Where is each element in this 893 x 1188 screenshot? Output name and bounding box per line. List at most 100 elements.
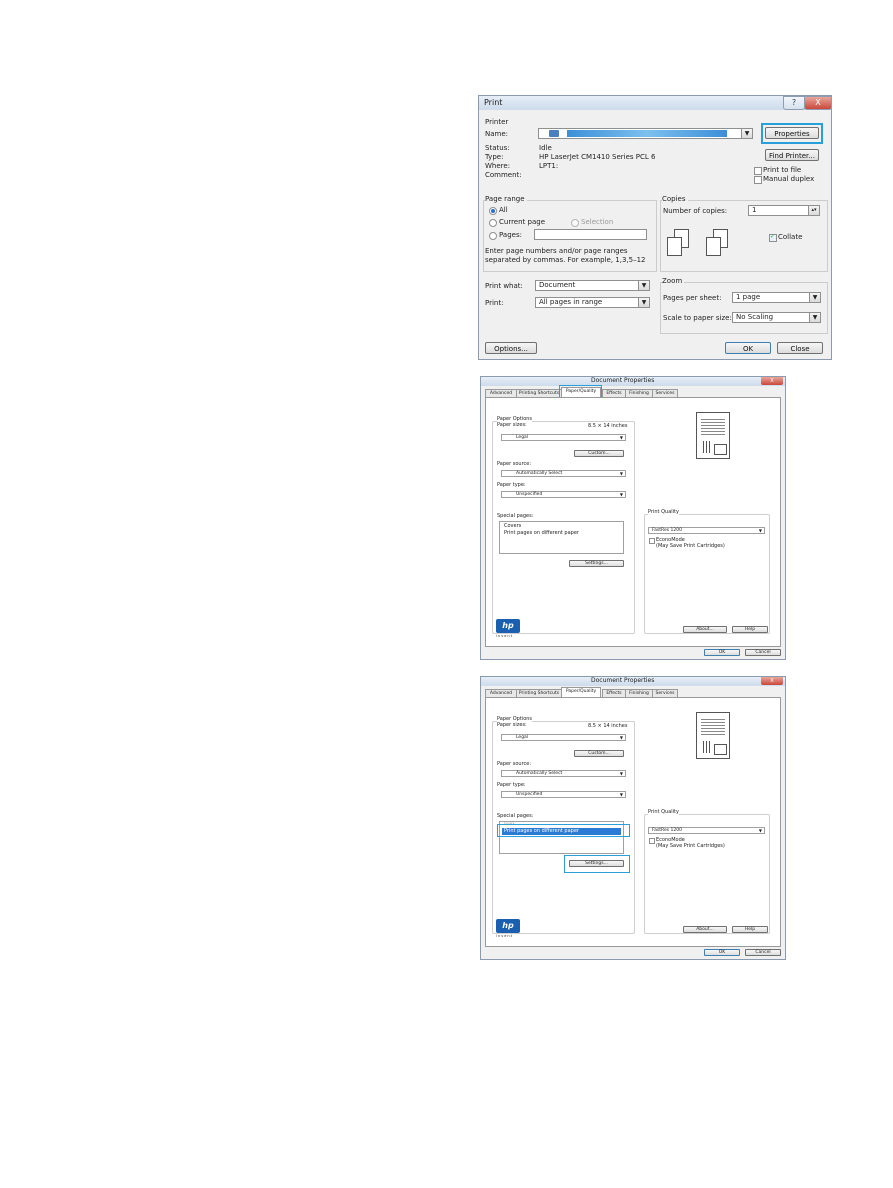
manual-duplex-checkbox[interactable] [754, 176, 762, 184]
economode-checkbox[interactable] [649, 838, 655, 844]
pages-radio[interactable] [489, 232, 497, 240]
name-label: Name: [485, 130, 509, 138]
hp-logo-icon: hp [496, 619, 520, 633]
collate-checkbox[interactable]: ✓ [769, 233, 777, 242]
pages-input[interactable] [534, 229, 647, 240]
hp-logo-icon: hp [496, 919, 520, 933]
paper-size-dims: 8.5 × 14 inches [588, 423, 628, 429]
printer-icon [549, 130, 559, 137]
where-value: LPT1: [539, 162, 559, 170]
ok-button[interactable]: OK [725, 342, 771, 354]
pages-per-sheet-select[interactable]: 1 page ▼ [732, 292, 821, 303]
print-value: All pages in range [539, 298, 603, 306]
status-label: Status: [485, 144, 510, 152]
find-printer-button[interactable]: Find Printer... [765, 149, 819, 161]
list-item[interactable]: Print pages on different paper [504, 531, 579, 536]
type-value: HP LaserJet CM1410 Series PCL 6 [539, 153, 656, 161]
print-what-select[interactable]: Document ▼ [535, 280, 650, 291]
copies-label: Copies [662, 195, 688, 203]
where-label: Where: [485, 162, 511, 170]
collate-page-icon [706, 237, 721, 256]
pages-per-sheet-value: 1 page [736, 293, 761, 301]
economode-checkbox[interactable] [649, 538, 655, 544]
print-quality-select[interactable]: FastRes 1200 ▼ [648, 527, 765, 534]
paper-quality-panel: Paper Options Paper sizes: 8.5 × 14 inch… [485, 697, 781, 947]
selection-radio[interactable] [571, 219, 579, 227]
scale-label: Scale to paper size: [663, 314, 732, 322]
doc-dialog-title: Document Properties [591, 677, 655, 684]
help-button[interactable]: Help [732, 626, 768, 633]
printer-name-redacted [567, 130, 727, 137]
settings-button[interactable]: Settings... [569, 560, 624, 567]
zoom-label: Zoom [662, 277, 685, 285]
all-radio[interactable] [489, 207, 497, 215]
paper-source-select[interactable]: Automatically Select ▼ [501, 470, 626, 477]
cancel-button[interactable]: Cancel [745, 649, 781, 656]
paper-source-label: Paper source: [497, 461, 532, 467]
close-icon[interactable]: X [761, 677, 783, 685]
close-icon[interactable]: X [804, 96, 832, 110]
scale-select[interactable]: No Scaling ▼ [732, 312, 821, 323]
special-pages-label: Special pages: [497, 513, 534, 519]
doc-dialog-title: Document Properties [591, 377, 655, 384]
chevron-down-icon: ▼ [638, 281, 649, 290]
paper-sizes-label: Paper sizes: [497, 422, 527, 428]
help-icon[interactable]: ? [783, 96, 805, 110]
ok-button[interactable]: OK [704, 949, 740, 956]
paper-size-select[interactable]: Legal ▼ [501, 434, 626, 441]
close-icon[interactable]: X [761, 377, 783, 385]
paper-source-select[interactable]: Automatically Select ▼ [501, 770, 626, 777]
chevron-down-icon: ▼ [619, 792, 623, 797]
hp-invent-text: invent [496, 934, 514, 938]
list-item[interactable]: Covers [504, 524, 521, 529]
chevron-down-icon: ▼ [619, 471, 623, 476]
print-select[interactable]: All pages in range ▼ [535, 297, 650, 308]
scale-value: No Scaling [736, 313, 774, 321]
print-what-label: Print what: [485, 282, 523, 290]
paper-sizes-label: Paper sizes: [497, 722, 527, 728]
chevron-down-icon: ▼ [619, 771, 623, 776]
options-button[interactable]: Options... [485, 342, 537, 354]
selection-label: Selection [581, 218, 614, 226]
print-quality-label: Print Quality [648, 509, 679, 515]
number-of-copies-label: Number of copies: [663, 207, 728, 215]
paper-size-select[interactable]: Legal ▼ [501, 734, 626, 741]
cancel-button[interactable]: Cancel [745, 949, 781, 956]
print-quality-value: FastRes 1200 [652, 828, 682, 833]
spinner-arrows-icon[interactable]: ▴▾ [808, 206, 819, 215]
ok-button[interactable]: OK [704, 649, 740, 656]
status-value: Idle [539, 144, 552, 152]
paper-type-select[interactable]: Unspecified ▼ [501, 491, 626, 498]
hp-invent-text: invent [496, 634, 514, 638]
printer-name-select[interactable]: ▼ [538, 128, 753, 139]
help-button[interactable]: Help [732, 926, 768, 933]
chevron-down-icon: ▼ [758, 828, 762, 833]
pages-per-sheet-label: Pages per sheet: [663, 294, 722, 302]
properties-button[interactable]: Properties [765, 127, 819, 139]
copies-spinner[interactable]: 1 ▴▾ [748, 205, 820, 216]
paper-type-select[interactable]: Unspecified ▼ [501, 791, 626, 798]
current-page-radio[interactable] [489, 219, 497, 227]
paper-type-label: Paper type: [497, 782, 526, 788]
custom-button[interactable]: Custom... [574, 450, 624, 457]
chevron-down-icon: ▼ [619, 735, 623, 740]
page-preview-icon [696, 412, 730, 459]
about-button[interactable]: About... [683, 926, 727, 933]
chevron-down-icon: ▼ [758, 528, 762, 533]
print-quality-select[interactable]: FastRes 1200 ▼ [648, 827, 765, 834]
about-button[interactable]: About... [683, 626, 727, 633]
chevron-down-icon: ▼ [638, 298, 649, 307]
custom-button[interactable]: Custom... [574, 750, 624, 757]
manual-duplex-label: Manual duplex [763, 175, 815, 183]
close-button[interactable]: Close [777, 342, 823, 354]
chevron-down-icon: ▼ [619, 492, 623, 497]
print-to-file-checkbox[interactable] [754, 167, 762, 175]
special-pages-list[interactable]: Covers Print pages on different paper [499, 521, 624, 554]
paper-size-value: Legal [516, 735, 529, 740]
paper-quality-panel: Paper Options Paper sizes: 8.5 × 14 inch… [485, 397, 781, 647]
document-properties-dialog-1: Document Properties X Advanced Printing … [480, 376, 786, 660]
list-item-highlight [497, 824, 630, 837]
page-preview-icon [696, 712, 730, 759]
economode-sub: (May Save Print Cartridges) [656, 543, 725, 549]
chevron-down-icon: ▼ [619, 435, 623, 440]
